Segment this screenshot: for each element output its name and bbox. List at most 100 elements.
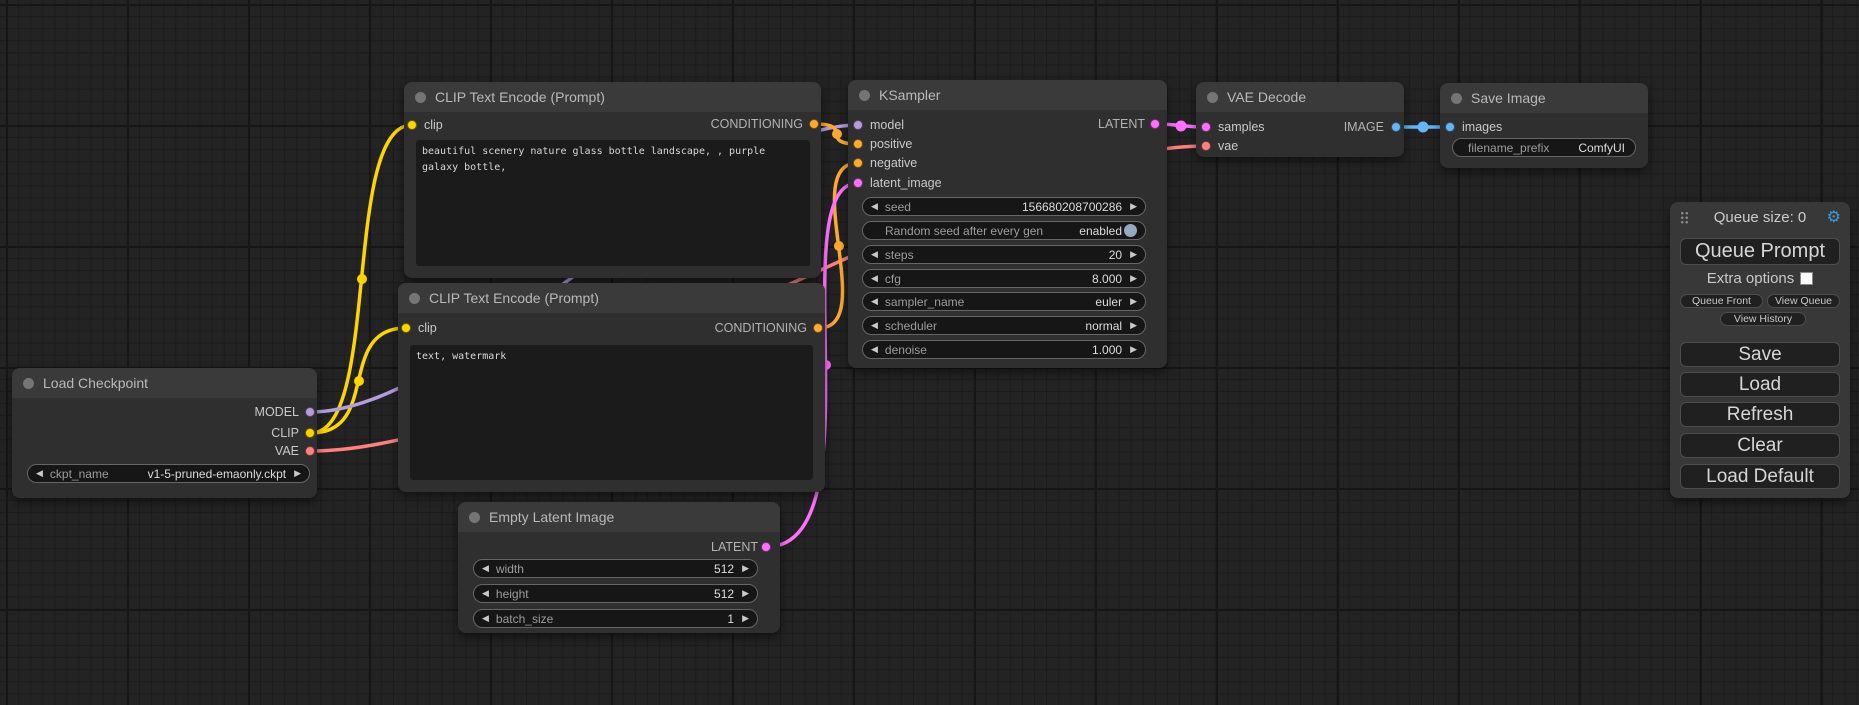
- node-title-bar[interactable]: Empty Latent Image: [458, 502, 780, 532]
- steps-widget[interactable]: ◀ steps 20 ▶: [862, 245, 1146, 264]
- positive-prompt-textarea[interactable]: beautiful scenery nature glass bottle la…: [416, 140, 810, 266]
- widget-label: sampler_name: [885, 295, 964, 309]
- increment-arrow-icon[interactable]: ▶: [1130, 202, 1137, 211]
- node-ksampler[interactable]: KSampler model positive negative latent_…: [848, 80, 1167, 368]
- sampler-name-widget[interactable]: ◀ sampler_name euler ▶: [862, 292, 1146, 311]
- decrement-arrow-icon[interactable]: ◀: [482, 564, 489, 573]
- collapse-dot-icon[interactable]: [23, 378, 34, 389]
- node-title-bar[interactable]: KSampler: [848, 80, 1167, 110]
- widget-label: denoise: [885, 343, 927, 357]
- node-vae-decode[interactable]: VAE Decode samples vae IMAGE: [1196, 82, 1404, 157]
- increment-arrow-icon[interactable]: ▶: [742, 614, 749, 623]
- node-clip-text-encode-negative[interactable]: CLIP Text Encode (Prompt) clip CONDITION…: [398, 283, 825, 492]
- clip-input-port[interactable]: [401, 323, 411, 333]
- denoise-widget[interactable]: ◀ denoise 1.000 ▶: [862, 340, 1146, 359]
- widget-label: ckpt_name: [50, 467, 109, 481]
- node-title-bar[interactable]: CLIP Text Encode (Prompt): [398, 283, 825, 313]
- view-queue-button[interactable]: View Queue: [1767, 294, 1840, 308]
- queue-front-button[interactable]: Queue Front: [1680, 294, 1763, 308]
- seed-widget[interactable]: ◀ seed 156680208700286 ▶: [862, 197, 1146, 216]
- refresh-button[interactable]: Refresh: [1680, 402, 1840, 427]
- batch-size-widget[interactable]: ◀ batch_size 1 ▶: [473, 609, 758, 628]
- decrement-arrow-icon[interactable]: ◀: [871, 250, 878, 259]
- collapse-dot-icon[interactable]: [469, 512, 480, 523]
- increment-arrow-icon[interactable]: ▶: [1130, 250, 1137, 259]
- view-history-button[interactable]: View History: [1720, 312, 1806, 326]
- clip-output-port[interactable]: [305, 428, 315, 438]
- width-widget[interactable]: ◀ width 512 ▶: [473, 559, 758, 578]
- node-title-bar[interactable]: CLIP Text Encode (Prompt): [404, 82, 821, 112]
- conditioning-output-port[interactable]: [809, 119, 819, 129]
- node-empty-latent-image[interactable]: Empty Latent Image LATENT ◀ width 512 ▶ …: [458, 502, 780, 633]
- decrement-arrow-icon[interactable]: ◀: [871, 274, 878, 283]
- model-output-port[interactable]: [305, 407, 315, 417]
- decrement-arrow-icon[interactable]: ◀: [871, 297, 878, 306]
- decrement-arrow-icon[interactable]: ◀: [482, 589, 489, 598]
- random-seed-toggle-widget[interactable]: Random seed after every gen enabled: [862, 221, 1146, 240]
- increment-arrow-icon[interactable]: ▶: [742, 564, 749, 573]
- decrement-arrow-icon[interactable]: ◀: [871, 321, 878, 330]
- link-dot-latent-samples: [1176, 121, 1187, 132]
- collapse-dot-icon[interactable]: [1451, 93, 1462, 104]
- load-default-button[interactable]: Load Default: [1680, 464, 1840, 489]
- queue-prompt-button[interactable]: Queue Prompt: [1680, 238, 1840, 265]
- latent-image-input-port[interactable]: [853, 178, 863, 188]
- latent-output-port[interactable]: [761, 542, 771, 552]
- widget-label: cfg: [885, 272, 901, 286]
- node-save-image[interactable]: Save Image images filename_prefix ComfyU…: [1440, 83, 1648, 168]
- images-input-port[interactable]: [1445, 122, 1455, 132]
- node-title-bar[interactable]: Save Image: [1440, 83, 1648, 113]
- vae-output-port[interactable]: [305, 446, 315, 456]
- load-button[interactable]: Load: [1680, 372, 1840, 397]
- conditioning-output-port[interactable]: [813, 323, 823, 333]
- collapse-dot-icon[interactable]: [1207, 92, 1218, 103]
- extra-options-checkbox[interactable]: [1800, 272, 1813, 285]
- toggle-enabled-icon[interactable]: [1124, 224, 1137, 237]
- decrement-arrow-icon[interactable]: ◀: [871, 202, 878, 211]
- latent-output-port[interactable]: [1150, 119, 1160, 129]
- collapse-dot-icon[interactable]: [859, 90, 870, 101]
- save-button[interactable]: Save: [1680, 342, 1840, 367]
- decrement-arrow-icon[interactable]: ◀: [36, 469, 43, 478]
- increment-arrow-icon[interactable]: ▶: [294, 469, 301, 478]
- height-widget[interactable]: ◀ height 512 ▶: [473, 584, 758, 603]
- output-label-latent: LATENT: [711, 540, 758, 554]
- clip-input-port[interactable]: [407, 120, 417, 130]
- collapse-dot-icon[interactable]: [415, 92, 426, 103]
- widget-label: filename_prefix: [1468, 141, 1549, 155]
- widget-value: enabled: [1079, 224, 1122, 238]
- widget-label: height: [496, 587, 529, 601]
- scheduler-widget[interactable]: ◀ scheduler normal ▶: [862, 316, 1146, 335]
- node-load-checkpoint[interactable]: Load Checkpoint MODEL CLIP VAE ◀ ckpt_na…: [12, 368, 317, 498]
- negative-input-port[interactable]: [853, 158, 863, 168]
- increment-arrow-icon[interactable]: ▶: [1130, 297, 1137, 306]
- node-clip-text-encode-positive[interactable]: CLIP Text Encode (Prompt) clip CONDITION…: [404, 82, 821, 278]
- widget-value: 1.000: [1092, 343, 1122, 357]
- increment-arrow-icon[interactable]: ▶: [1130, 274, 1137, 283]
- collapse-dot-icon[interactable]: [409, 293, 420, 304]
- node-title: CLIP Text Encode (Prompt): [429, 290, 599, 306]
- image-output-port[interactable]: [1391, 122, 1401, 132]
- samples-input-port[interactable]: [1201, 122, 1211, 132]
- positive-input-port[interactable]: [853, 139, 863, 149]
- vae-input-port[interactable]: [1201, 141, 1211, 151]
- extra-options-label: Extra options: [1707, 270, 1795, 287]
- widget-label: width: [496, 562, 524, 576]
- decrement-arrow-icon[interactable]: ◀: [871, 345, 878, 354]
- increment-arrow-icon[interactable]: ▶: [742, 589, 749, 598]
- ckpt-name-widget[interactable]: ◀ ckpt_name v1-5-pruned-emaonly.ckpt ▶: [27, 464, 310, 483]
- clear-button[interactable]: Clear: [1680, 433, 1840, 458]
- negative-prompt-textarea[interactable]: text, watermark: [410, 345, 813, 480]
- input-label-images: images: [1462, 120, 1502, 134]
- decrement-arrow-icon[interactable]: ◀: [482, 614, 489, 623]
- node-title-bar[interactable]: VAE Decode: [1196, 82, 1404, 112]
- settings-gear-icon[interactable]: ⚙: [1827, 208, 1841, 228]
- increment-arrow-icon[interactable]: ▶: [1130, 345, 1137, 354]
- increment-arrow-icon[interactable]: ▶: [1130, 321, 1137, 330]
- filename-prefix-widget[interactable]: filename_prefix ComfyUI: [1452, 138, 1636, 157]
- node-title: Load Checkpoint: [43, 375, 148, 391]
- output-label-conditioning: CONDITIONING: [711, 117, 803, 131]
- model-input-port[interactable]: [853, 120, 863, 130]
- node-title-bar[interactable]: Load Checkpoint: [12, 368, 317, 398]
- cfg-widget[interactable]: ◀ cfg 8.000 ▶: [862, 269, 1146, 288]
